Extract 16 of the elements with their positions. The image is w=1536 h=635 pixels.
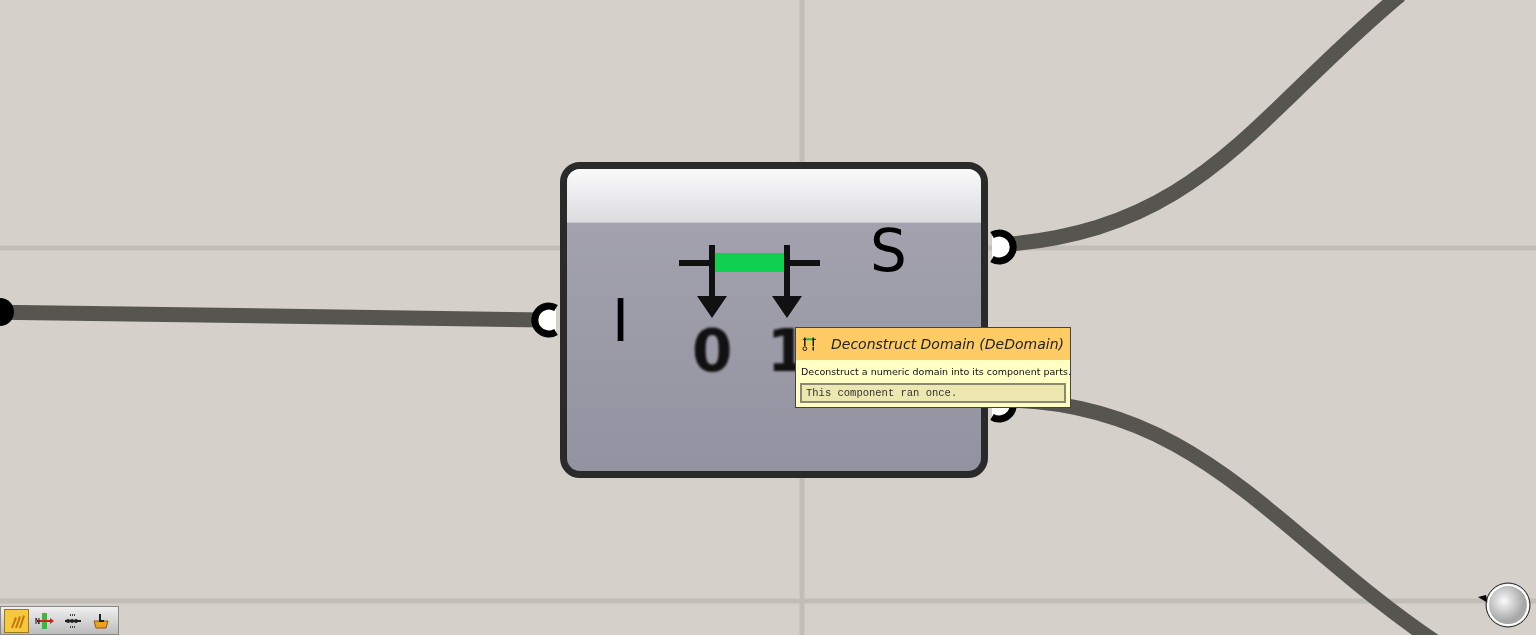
domain-icon <box>679 242 820 318</box>
tooltip-title: Deconstruct Domain (DeDomain) <box>831 336 1064 352</box>
domain-icon <box>802 336 817 352</box>
input-grip[interactable] <box>531 302 560 338</box>
status-message: This component ran once. <box>800 383 1066 403</box>
tooltip-description: Deconstruct a numeric domain into its component parts. <box>800 365 1070 379</box>
input-grip[interactable] <box>0 298 14 326</box>
input-label: I <box>612 292 630 350</box>
output-label: S <box>870 222 907 280</box>
slider-icon <box>34 611 55 630</box>
bars-icon <box>8 612 25 629</box>
navigation-ball[interactable] <box>1478 582 1531 628</box>
dots-icon <box>63 612 82 629</box>
box-icon <box>91 612 110 629</box>
icon-digit: 0 <box>692 322 733 380</box>
output-grip[interactable] <box>988 229 1017 265</box>
